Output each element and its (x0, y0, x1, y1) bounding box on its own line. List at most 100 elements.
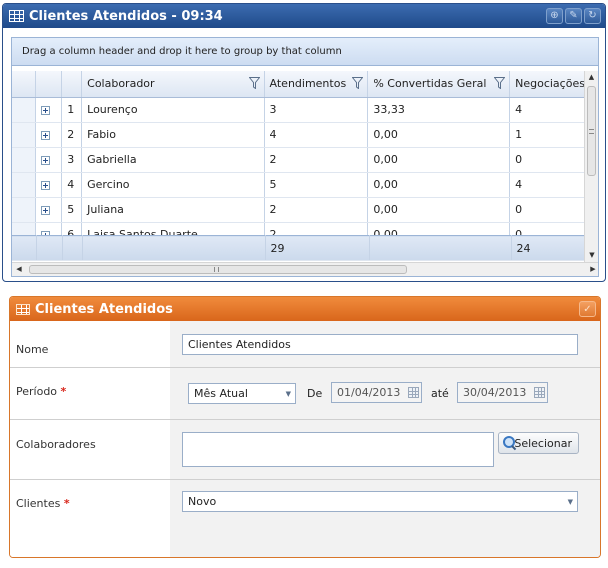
table-row[interactable]: 4 Gercino 5 0,00 4 (12, 172, 586, 198)
check-icon[interactable]: ✓ (579, 301, 596, 317)
ate-label: até (431, 387, 449, 400)
column-header-atendimentos[interactable]: Atendimentos (264, 71, 369, 98)
column-header-negociacoes[interactable]: Negociações (509, 71, 586, 98)
row-expander[interactable] (35, 172, 63, 198)
vertical-scroll-thumb[interactable] (587, 86, 596, 176)
cell-convertidas: 0,00 (367, 197, 511, 223)
nome-input[interactable]: Clientes Atendidos (182, 334, 578, 355)
table-row[interactable]: 3 Gabriella 2 0,00 0 (12, 147, 586, 173)
row-number: 1 (61, 97, 83, 123)
calendar-icon[interactable] (408, 387, 419, 398)
column-header-convertidas[interactable]: % Convertidas Geral (367, 71, 511, 98)
header-buttons: ⊕ ✎ ↻ (546, 8, 601, 24)
table-row[interactable]: 5 Juliana 2 0,00 0 (12, 197, 586, 223)
cell-negociacoes: 4 (509, 97, 586, 123)
colaboradores-label: Colaboradores (16, 438, 96, 451)
form-body: Nome Clientes Atendidos Período * Mês At… (10, 321, 600, 557)
zoom-icon[interactable]: ⊕ (546, 8, 563, 24)
grip-icon (214, 267, 219, 272)
cell-colaborador: Fabio (81, 122, 265, 148)
cell-atendimentos: 4 (264, 122, 369, 148)
required-marker: * (63, 497, 70, 510)
scroll-up-icon[interactable]: ▲ (585, 71, 598, 84)
refresh-icon[interactable]: ↻ (584, 8, 601, 24)
expand-icon[interactable] (41, 205, 51, 215)
header-expand (35, 71, 63, 98)
row-number: 5 (61, 197, 83, 223)
expand-icon[interactable] (41, 155, 51, 165)
required-marker: * (60, 385, 67, 398)
cell-colaborador: Lourenço (81, 97, 265, 123)
table-row[interactable]: 1 Lourenço 3 33,33 4 (12, 97, 586, 123)
row-expander[interactable] (35, 147, 63, 173)
footer-cell (82, 235, 266, 261)
grid-icon (16, 303, 30, 315)
scroll-left-icon[interactable]: ◀ (12, 263, 26, 276)
row-indicator (12, 172, 37, 198)
date-start-input[interactable]: 01/04/2013 (331, 382, 422, 403)
footer-cell (36, 235, 63, 261)
grid-icon (9, 10, 24, 22)
nome-label: Nome (16, 343, 49, 356)
grid-panel-header: Clientes Atendidos - 09:34 ⊕ ✎ ↻ (3, 4, 605, 28)
row-number: 4 (61, 172, 83, 198)
grid-footer: 29 24 (12, 235, 587, 261)
table-row[interactable]: 2 Fabio 4 0,00 1 (12, 122, 586, 148)
cell-atendimentos: 2 (264, 147, 369, 173)
filter-icon[interactable] (248, 77, 260, 89)
selecionar-button[interactable]: Selecionar (498, 432, 579, 454)
footer-total-negociacoes: 24 (511, 235, 587, 261)
footer-cell (12, 235, 37, 261)
horizontal-scroll-thumb[interactable] (29, 265, 407, 274)
cell-atendimentos: 3 (264, 97, 369, 123)
grid-panel-title: Clientes Atendidos - 09:34 (29, 8, 223, 24)
colaboradores-input[interactable] (182, 432, 494, 467)
group-by-area[interactable]: Drag a column header and drop it here to… (12, 38, 598, 66)
scroll-right-icon[interactable]: ▶ (586, 263, 598, 276)
de-label: De (307, 387, 323, 400)
filter-icon[interactable] (494, 77, 506, 89)
periodo-select[interactable]: Mês Atual ▼ (188, 383, 296, 404)
row-expander[interactable] (35, 197, 63, 223)
clientes-select[interactable]: Novo ▼ (182, 491, 578, 512)
cell-negociacoes: 1 (509, 122, 586, 148)
group-hint: Drag a column header and drop it here to… (22, 46, 342, 57)
date-end-input[interactable]: 30/04/2013 (457, 382, 548, 403)
cell-colaborador: Gabriella (81, 147, 265, 173)
scroll-down-icon[interactable]: ▼ (585, 249, 598, 262)
cell-convertidas: 33,33 (367, 97, 511, 123)
search-icon (503, 436, 516, 450)
cell-negociacoes: 4 (509, 172, 586, 198)
cell-negociacoes: 0 (509, 197, 586, 223)
row-indicator (12, 197, 37, 223)
dropdown-arrow-icon: ▼ (567, 498, 573, 506)
cell-atendimentos: 2 (264, 197, 369, 223)
edit-icon[interactable]: ✎ (565, 8, 582, 24)
column-header-colaborador[interactable]: Colaborador (81, 71, 265, 98)
header-indicator (12, 71, 37, 98)
form-panel-title: Clientes Atendidos (35, 301, 173, 317)
horizontal-scrollbar[interactable]: ◀ ▶ (12, 262, 598, 276)
row-expander[interactable] (35, 122, 63, 148)
footer-cell (369, 235, 512, 261)
expand-icon[interactable] (41, 105, 51, 115)
grid-table: Colaborador Atendimentos % Convertidas G… (12, 71, 586, 242)
grid-panel: Clientes Atendidos - 09:34 ⊕ ✎ ↻ Drag a … (2, 3, 606, 282)
row-indicator (12, 122, 37, 148)
vertical-scrollbar[interactable]: ▲ ▼ (584, 71, 598, 262)
expand-icon[interactable] (41, 180, 51, 190)
grip-icon (589, 129, 594, 134)
expand-icon[interactable] (41, 130, 51, 140)
row-expander[interactable] (35, 97, 63, 123)
row-number: 2 (61, 122, 83, 148)
data-grid: Drag a column header and drop it here to… (11, 37, 599, 277)
calendar-icon[interactable] (534, 387, 545, 398)
filter-icon[interactable] (352, 77, 364, 89)
field-row-colaboradores: Colaboradores Selecionar (10, 420, 600, 480)
footer-total-atendimentos: 29 (265, 235, 370, 261)
row-number: 3 (61, 147, 83, 173)
form-panel: Clientes Atendidos ✓ Nome Clientes Atend… (9, 296, 601, 558)
clientes-label: Clientes * (16, 497, 70, 510)
cell-negociacoes: 0 (509, 147, 586, 173)
cell-colaborador: Gercino (81, 172, 265, 198)
